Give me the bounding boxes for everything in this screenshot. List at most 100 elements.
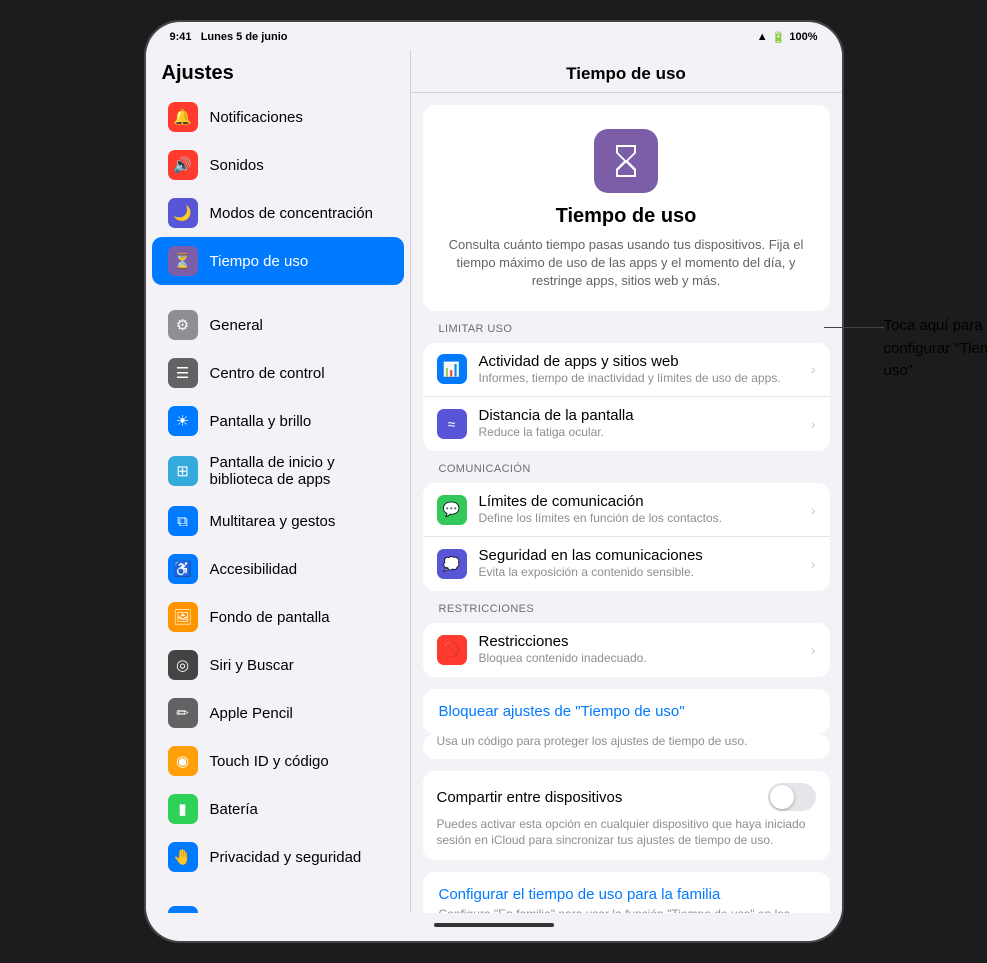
sidebar-item-pantalla-inicio[interactable]: ⊞ Pantalla de inicio y biblioteca de app… bbox=[152, 445, 404, 497]
row-subtitle-actividad: Informes, tiempo de inactividad y límite… bbox=[479, 371, 795, 387]
settings-row-actividad[interactable]: 📊 Actividad de apps y sitios web Informe… bbox=[423, 343, 830, 398]
sidebar-items-container: 🔔 Notificaciones 🔊 Sonidos 🌙 Modos de co… bbox=[146, 93, 410, 913]
sidebar-item-touch-id[interactable]: ◉ Touch ID y código bbox=[152, 737, 404, 785]
sidebar-icon-char-sonidos: 🔊 bbox=[173, 156, 192, 174]
sidebar-label-pantalla-brillo: Pantalla y brillo bbox=[210, 413, 312, 430]
share-toggle-top: Compartir entre dispositivos bbox=[437, 783, 816, 811]
row-icon-char-restricciones: 🚫 bbox=[443, 641, 460, 658]
hero-title: Tiempo de uso bbox=[556, 205, 697, 228]
sidebar-item-notificaciones[interactable]: 🔔 Notificaciones bbox=[152, 93, 404, 141]
sidebar-label-concentracion: Modos de concentración bbox=[210, 205, 373, 222]
sidebar-divider bbox=[146, 285, 410, 301]
lock-button-desc: Usa un código para proteger los ajustes … bbox=[437, 734, 816, 750]
sidebar-icon-tiempo-de-uso: ⏳ bbox=[168, 246, 198, 276]
sidebar-label-pantalla-inicio: Pantalla de inicio y biblioteca de apps bbox=[210, 454, 392, 488]
sidebar-icon-pantalla-brillo: ☀ bbox=[168, 406, 198, 436]
sidebar-icon-bateria: ▮ bbox=[168, 794, 198, 824]
callout: Toca aquí para empezar a configurar "Tie… bbox=[824, 315, 987, 383]
hero-icon bbox=[594, 129, 658, 193]
bottom-bar bbox=[146, 913, 842, 941]
sidebar-item-general[interactable]: ⚙ General bbox=[152, 301, 404, 349]
row-content-limites-comunicacion: Límites de comunicación Define los límit… bbox=[479, 493, 795, 527]
screen: Ajustes 🔔 Notificaciones 🔊 Sonidos 🌙 Mod… bbox=[146, 50, 842, 913]
sidebar-item-app-store[interactable]: A App Store bbox=[152, 897, 404, 913]
section-label-restricciones: RESTRICCIONES bbox=[411, 591, 842, 619]
sidebar-item-accesibilidad[interactable]: ♿ Accesibilidad bbox=[152, 545, 404, 593]
row-icon-actividad: 📊 bbox=[437, 354, 467, 384]
row-subtitle-restricciones: Bloquea contenido inadecuado. bbox=[479, 651, 795, 667]
sidebar-icon-app-store: A bbox=[168, 906, 198, 913]
row-content-actividad: Actividad de apps y sitios web Informes,… bbox=[479, 353, 795, 387]
row-icon-seguridad-comunicaciones: 💭 bbox=[437, 549, 467, 579]
battery-level: 100% bbox=[789, 31, 817, 43]
status-bar: 9:41 Lunes 5 de junio ▲ 🔋 100% bbox=[146, 22, 842, 50]
section-label-comunicación: COMUNICACIÓN bbox=[411, 451, 842, 479]
sidebar-icon-char-general: ⚙ bbox=[176, 316, 189, 334]
sidebar-item-concentracion[interactable]: 🌙 Modos de concentración bbox=[152, 189, 404, 237]
wifi-icon: ▲ bbox=[757, 31, 768, 43]
sidebar-item-centro-control[interactable]: ☰ Centro de control bbox=[152, 349, 404, 397]
sidebar-label-multitarea: Multitarea y gestos bbox=[210, 513, 336, 530]
sidebar-divider bbox=[146, 881, 410, 897]
row-icon-distancia: ≈ bbox=[437, 409, 467, 439]
sidebar-icon-char-touch-id: ◉ bbox=[176, 752, 189, 770]
status-indicators: ▲ 🔋 100% bbox=[757, 31, 818, 44]
sidebar-title: Ajustes bbox=[146, 50, 410, 93]
row-icon-char-actividad: 📊 bbox=[443, 361, 460, 378]
sidebar-label-sonidos: Sonidos bbox=[210, 157, 264, 174]
row-title-seguridad-comunicaciones: Seguridad en las comunicaciones bbox=[479, 547, 795, 564]
sidebar-item-apple-pencil[interactable]: ✏ Apple Pencil bbox=[152, 689, 404, 737]
sidebar-icon-char-apple-pencil: ✏ bbox=[176, 704, 189, 722]
lock-button[interactable]: Bloquear ajustes de "Tiempo de uso" bbox=[423, 689, 830, 734]
sidebar-icon-pantalla-inicio: ⊞ bbox=[168, 456, 198, 486]
lock-button-text[interactable]: Bloquear ajustes de "Tiempo de uso" bbox=[439, 703, 814, 720]
share-toggle-row: Compartir entre dispositivos Puedes acti… bbox=[423, 771, 830, 860]
row-icon-restricciones: 🚫 bbox=[437, 635, 467, 665]
sidebar-item-tiempo-de-uso[interactable]: ⏳ Tiempo de uso bbox=[152, 237, 404, 285]
row-subtitle-distancia: Reduce la fatiga ocular. bbox=[479, 425, 795, 441]
sidebar-item-privacidad[interactable]: 🤚 Privacidad y seguridad bbox=[152, 833, 404, 881]
row-content-seguridad-comunicaciones: Seguridad en las comunicaciones Evita la… bbox=[479, 547, 795, 581]
settings-group-limitar-uso: 📊 Actividad de apps y sitios web Informe… bbox=[423, 343, 830, 451]
sidebar-item-siri[interactable]: ◎ Siri y Buscar bbox=[152, 641, 404, 689]
sidebar-icon-char-bateria: ▮ bbox=[178, 800, 186, 818]
main-content[interactable]: Tiempo de uso Tiempo de uso Consulta cuá… bbox=[411, 50, 842, 913]
sidebar-label-bateria: Batería bbox=[210, 801, 258, 818]
row-icon-char-distancia: ≈ bbox=[448, 416, 456, 432]
sidebar-label-touch-id: Touch ID y código bbox=[210, 753, 329, 770]
sidebar-icon-concentracion: 🌙 bbox=[168, 198, 198, 228]
share-toggle-label: Compartir entre dispositivos bbox=[437, 789, 623, 806]
callout-line bbox=[824, 327, 884, 328]
sidebar-item-fondo[interactable]: 🖼 Fondo de pantalla bbox=[152, 593, 404, 641]
sidebar-icon-general: ⚙ bbox=[168, 310, 198, 340]
sidebar-icon-char-privacidad: 🤚 bbox=[173, 848, 192, 866]
sidebar-icon-char-tiempo-de-uso: ⏳ bbox=[173, 252, 192, 270]
sidebar-item-multitarea[interactable]: ⧉ Multitarea y gestos bbox=[152, 497, 404, 545]
share-toggle-desc: Puedes activar esta opción en cualquier … bbox=[437, 817, 816, 848]
settings-group-restricciones: 🚫 Restricciones Bloquea contenido inadec… bbox=[423, 623, 830, 677]
sidebar-icon-char-notificaciones: 🔔 bbox=[173, 108, 192, 126]
sidebar-icon-notificaciones: 🔔 bbox=[168, 102, 198, 132]
chevron-icon: › bbox=[811, 361, 816, 377]
sidebar-item-bateria[interactable]: ▮ Batería bbox=[152, 785, 404, 833]
share-toggle[interactable] bbox=[768, 783, 816, 811]
family-button[interactable]: Configurar el tiempo de uso para la fami… bbox=[423, 872, 830, 913]
family-button-text[interactable]: Configurar el tiempo de uso para la fami… bbox=[439, 886, 814, 903]
hero-desc: Consulta cuánto tiempo pasas usando tus … bbox=[443, 236, 810, 291]
sidebar-icon-multitarea: ⧉ bbox=[168, 506, 198, 536]
settings-row-limites-comunicacion[interactable]: 💬 Límites de comunicación Define los lím… bbox=[423, 483, 830, 538]
main-header: Tiempo de uso bbox=[411, 50, 842, 93]
sidebar-label-notificaciones: Notificaciones bbox=[210, 109, 303, 126]
settings-row-seguridad-comunicaciones[interactable]: 💭 Seguridad en las comunicaciones Evita … bbox=[423, 537, 830, 591]
sidebar-icon-siri: ◎ bbox=[168, 650, 198, 680]
settings-row-distancia[interactable]: ≈ Distancia de la pantalla Reduce la fat… bbox=[423, 397, 830, 451]
settings-row-restricciones[interactable]: 🚫 Restricciones Bloquea contenido inadec… bbox=[423, 623, 830, 677]
row-title-limites-comunicacion: Límites de comunicación bbox=[479, 493, 795, 510]
sidebar-icon-fondo: 🖼 bbox=[168, 602, 198, 632]
sidebar-item-sonidos[interactable]: 🔊 Sonidos bbox=[152, 141, 404, 189]
sidebar-item-pantalla-brillo[interactable]: ☀ Pantalla y brillo bbox=[152, 397, 404, 445]
status-date: Lunes 5 de junio bbox=[201, 31, 288, 43]
status-time: 9:41 bbox=[170, 31, 192, 43]
chevron-icon: › bbox=[811, 556, 816, 572]
row-icon-limites-comunicacion: 💬 bbox=[437, 495, 467, 525]
